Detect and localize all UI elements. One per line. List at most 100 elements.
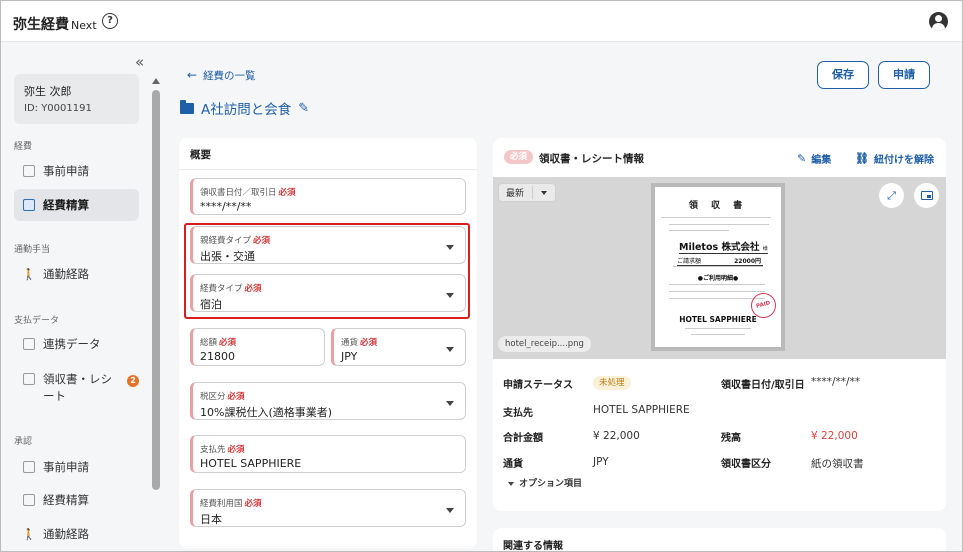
approval-pre-application-icon [23,461,35,473]
edit-receipt-button[interactable]: ✎ 編集 [797,151,831,166]
sidebar-item-label: 事前申請 [43,164,89,178]
section-label-expense: 経費 [14,142,33,152]
payee-value: HOTEL SAPPHIERE [593,404,690,416]
sidebar-item-label: 連携データ [43,337,101,351]
receipt-text-line [669,224,769,225]
pre-application-icon [23,165,35,177]
receipt-type-label: 領収書区分 [721,459,771,470]
help-icon[interactable]: ? [102,13,118,29]
sidebar-item-expense-settlement[interactable]: 経費精算 [14,189,139,221]
linked-data-icon [23,338,35,350]
summary-card-title: 概要 [190,149,211,161]
sidebar-scrollbar[interactable] [152,78,160,491]
dropdown-caret-icon [446,508,454,513]
app-window: 弥生経費 Next ? « 弥生 次郎 ID: Y0001191 経費 事前申請 … [0,0,963,552]
expense-document-icon [23,199,35,211]
receipt-heading: 領 収 書 [688,201,748,211]
sidebar-item-commute-route[interactable]: 🚶 通勤経路 [14,258,139,290]
user-name: 弥生 次郎 [24,85,72,98]
total-label: 合計金額 [503,433,543,444]
receipt-type-value: 紙の領収書 [811,458,864,470]
sidebar-item-label: 経費精算 [43,198,89,212]
receipt-preview[interactable]: 最新 領 収 書 Miletos 株式会社 様 ご請求額 22000円 ●ご利用明… [493,177,946,359]
field-label: 税区分 必須 [200,392,245,402]
country-select[interactable]: 経費利用国 必須 日本 [190,489,466,527]
unlink-icon: ⛓ [855,152,869,165]
parent-expense-type-select[interactable]: 親経費タイプ 必須 出張・交通 [190,226,466,264]
account-icon[interactable] [929,12,948,31]
status-label: 申請ステータス [503,380,573,391]
receipt-detail-heading: ●ご利用明細● [697,275,739,282]
receipt-text-line [669,291,765,292]
receipt-text-line [691,334,745,335]
approval-expense-icon [23,494,35,506]
payee-field[interactable]: 支払先 必須 HOTEL SAPPHIERE [190,435,466,473]
apply-button[interactable]: 申請 [878,61,930,89]
receipt-amount: ご請求額 22000円 [677,258,763,266]
edit-pencil-icon: ✎ [797,152,807,165]
tax-category-select[interactable]: 税区分 必須 10%課税仕入(適格事業者) [190,382,466,420]
total-value: ¥ 22,000 [593,430,640,442]
field-value: 21800 [200,350,235,363]
top-bar: 弥生経費 Next ? [1,1,962,42]
sidebar-item-receipts[interactable]: 領収書・レシート 2 [14,365,139,409]
chevron-down-icon [541,190,548,195]
option-items-toggle[interactable]: オプション項目 [508,476,582,489]
sidebar-item-approval-expense[interactable]: 経費精算 [14,484,139,516]
section-label-approval: 承認 [14,437,33,447]
receipt-company: Miletos 株式会社 様 [679,239,768,254]
app-logo[interactable]: 弥生経費 Next [13,14,97,34]
collapse-sidebar-icon[interactable]: « [135,53,144,71]
sidebar-item-approval-pre-application[interactable]: 事前申請 [14,451,139,483]
required-mark: 必須 [227,445,245,455]
required-mark: 必須 [244,499,262,509]
fullscreen-icon[interactable]: ⤢ [879,183,904,208]
field-label: 親経費タイプ 必須 [200,236,271,246]
required-mark: 必須 [253,236,271,246]
currency-label: 通貨 [503,459,523,470]
dropdown-caret-icon [446,245,454,250]
amount-field[interactable]: 総額 必須 21800 [190,328,325,366]
sidebar-item-approval-commute[interactable]: 🚶 通勤経路 [14,518,139,550]
save-button[interactable]: 保存 [817,61,869,89]
picture-in-picture-button[interactable] [914,183,939,208]
field-label: 総額 必須 [200,338,237,348]
folder-icon [180,99,194,114]
app-name: 弥生経費 [13,17,69,33]
field-value: 宿泊 [200,298,222,311]
page-title: A社訪問と会食 [201,102,292,118]
dropdown-caret-icon [446,401,454,406]
receipt-text-line [673,266,763,267]
scroll-up-arrow-icon[interactable] [152,78,160,84]
user-id: ID: Y0001191 [24,103,92,114]
sidebar-item-label: 経費精算 [43,493,89,507]
currency-select[interactable]: 通貨 必須 JPY [331,328,466,366]
unlink-label: 紐付けを解除 [873,155,934,166]
receipt-date-field[interactable]: 領収書日付／取引日 必須 ****/**/** [190,178,466,215]
unlink-receipt-button[interactable]: ⛓ 紐付けを解除 [855,151,934,166]
required-mark: 必須 [278,188,296,198]
back-arrow-icon: ← [187,68,198,82]
back-to-expense-list-link[interactable]: ← 経費の一覧 [187,68,256,83]
expand-triangle-icon [508,481,514,486]
picture-in-picture-icon [920,191,933,200]
sidebar-item-pre-application[interactable]: 事前申請 [14,155,139,187]
dropdown-caret-icon [446,347,454,352]
status-badge: 未処理 [593,376,631,390]
expense-type-select[interactable]: 経費タイプ 必須 宿泊 [190,274,466,312]
version-select[interactable]: 最新 [498,183,557,202]
required-mark: 必須 [244,284,262,294]
page-title-row: A社訪問と会食 ✎ [180,98,309,118]
scroll-thumb[interactable] [152,90,160,490]
balance-value: ¥ 22,000 [811,430,858,442]
required-mark: 必須 [219,338,237,348]
field-label: 経費利用国 必須 [200,499,262,509]
field-label: 通貨 必須 [341,338,378,348]
option-items-label: オプション項目 [519,479,583,489]
field-value: ****/**/** [200,200,252,213]
sidebar-item-linked-data[interactable]: 連携データ [14,328,139,360]
edit-label: 編集 [811,155,832,166]
user-card: 弥生 次郎 ID: Y0001191 [14,74,139,124]
sidebar: « 弥生 次郎 ID: Y0001191 経費 事前申請 経費精算 通勤手当 🚶… [1,42,163,551]
edit-title-pencil-icon[interactable]: ✎ [298,101,309,116]
